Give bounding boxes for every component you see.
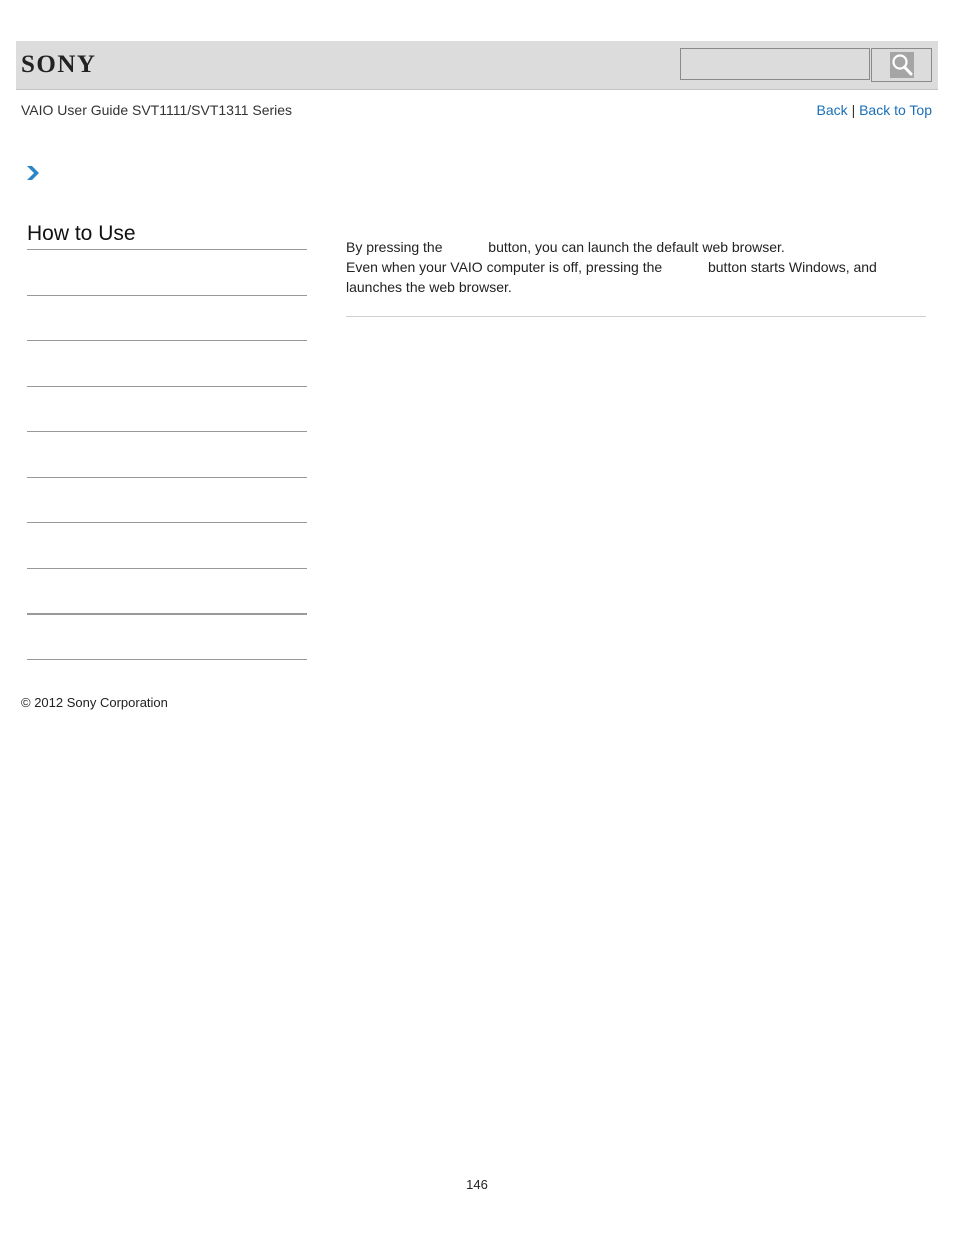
header-bar: SONY <box>16 41 938 90</box>
search-button[interactable] <box>871 48 932 82</box>
top-links: Back | Back to Top <box>817 102 932 118</box>
sidebar-divider <box>27 477 307 478</box>
content-paragraph-2: Even when your VAIO computer is off, pre… <box>346 259 877 295</box>
sidebar-divider <box>27 568 307 569</box>
back-link[interactable]: Back <box>817 102 848 118</box>
copyright: © 2012 Sony Corporation <box>21 695 168 710</box>
guide-title: VAIO User Guide SVT1111/SVT1311 Series <box>21 102 293 118</box>
chevron-right-icon[interactable] <box>26 165 40 181</box>
sidebar-divider <box>27 613 307 615</box>
sidebar-divider <box>27 340 307 341</box>
content-body: By pressing the button, you can launch t… <box>346 237 906 297</box>
sidebar-divider <box>27 659 307 660</box>
sidebar-divider <box>27 431 307 432</box>
search-input[interactable] <box>680 48 870 80</box>
sidebar-title-underline <box>27 249 307 250</box>
link-separator: | <box>851 102 856 118</box>
sony-logo: SONY <box>21 51 97 78</box>
page-number: 146 <box>466 1177 488 1192</box>
sidebar-title: How to Use <box>27 222 136 245</box>
sidebar-divider <box>27 295 307 296</box>
search-icon <box>889 52 914 78</box>
content-paragraph-1: By pressing the button, you can launch t… <box>346 239 785 255</box>
content-divider <box>346 316 926 317</box>
sidebar-divider <box>27 386 307 387</box>
sidebar-divider <box>27 522 307 523</box>
back-to-top-link[interactable]: Back to Top <box>859 102 932 118</box>
